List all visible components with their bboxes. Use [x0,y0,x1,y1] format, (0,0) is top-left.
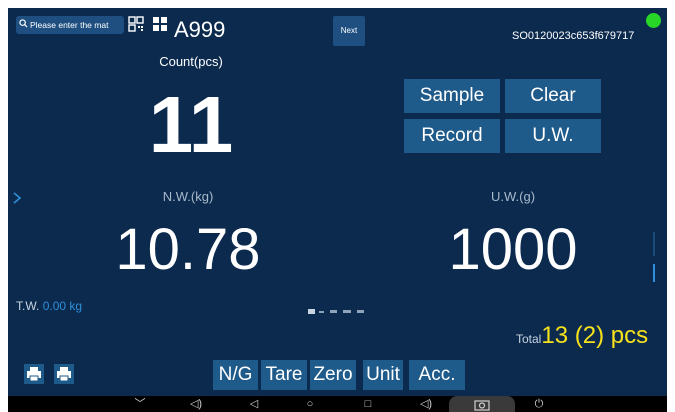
material-search-input[interactable]: Please enter the mat [16,16,124,34]
status-indicators-icon [308,301,372,314]
net-weight-value: 10.78 [115,217,261,282]
unit-weight-label: U.W.(g) [490,189,536,204]
unit-weight-button[interactable]: U.W. [505,119,601,153]
tare-weight: T.W. 0.00 kg [16,299,82,313]
clear-button[interactable]: Clear [505,79,601,113]
camera-icon[interactable] [474,398,490,411]
material-code: A999 [174,17,226,42]
print-icon[interactable] [54,364,74,384]
qr-code-icon[interactable] [128,16,144,32]
next-button[interactable]: Next [333,16,365,46]
zero-button[interactable]: Zero [310,360,356,390]
unit-weight-value: 1000 [448,217,578,282]
total-value: 13 (2) pcs [541,322,649,349]
recents-icon[interactable]: □ [358,397,378,411]
sample-button[interactable]: Sample [404,79,500,113]
count-label: Count(pcs) [159,54,223,69]
ng-button[interactable]: N/G [213,360,258,390]
print-icon[interactable] [24,364,44,384]
tare-weight-value: 0.00 kg [42,299,83,313]
scale-screen: Please enter the mat A999 Next SO0120023… [8,8,667,412]
volume-up-icon[interactable]: ◁) [416,397,436,411]
scroll-track [653,232,655,256]
tare-weight-label: T.W. [16,299,40,313]
scroll-indicator[interactable] [653,264,655,282]
acc-button[interactable]: Acc. [409,360,465,390]
volume-down-icon[interactable]: ◁) [186,397,206,411]
record-button[interactable]: Record [404,119,500,153]
net-weight-label: N.W.(kg) [162,189,214,204]
total-count: Total13 (2) pcs [516,322,648,353]
search-icon [16,16,30,34]
count-value: 11 [148,80,234,169]
search-placeholder: Please enter the mat [30,20,109,30]
total-label: Total [516,332,542,346]
back-icon[interactable]: ◁ [244,397,264,411]
home-icon[interactable]: ○ [300,397,320,411]
grid-icon[interactable] [152,16,168,32]
power-icon[interactable]: ⏻ [529,397,549,411]
unit-button[interactable]: Unit [363,360,403,390]
serial-number: SO0120023c653f679717 [512,30,635,42]
system-nav-bar [8,396,667,412]
collapse-icon[interactable]: ﹀ [130,397,150,411]
tare-button[interactable]: Tare [261,360,307,390]
status-dot-icon [646,13,661,28]
chevron-right-icon[interactable] [12,191,22,211]
